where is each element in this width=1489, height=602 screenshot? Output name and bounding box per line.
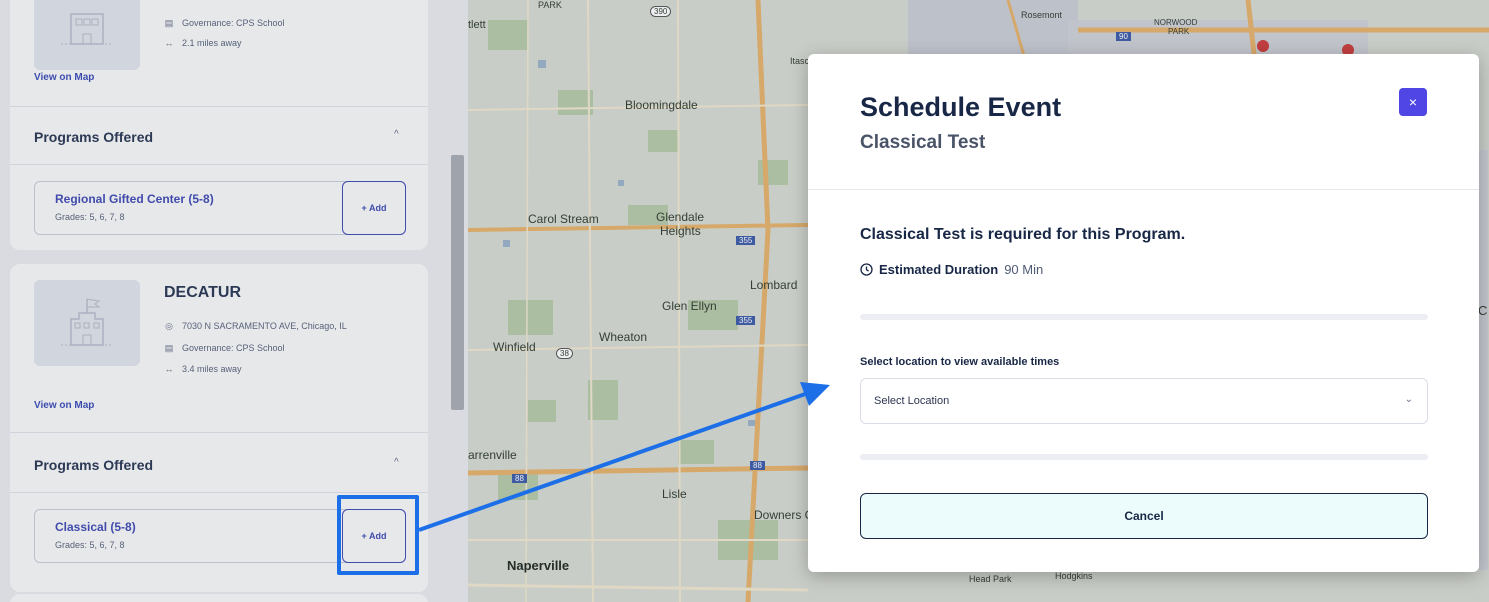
program-name[interactable]: Classical (5-8): [55, 520, 136, 534]
duration-label: Estimated Duration: [879, 262, 999, 277]
add-program-button[interactable]: + Add: [342, 509, 406, 563]
governance-text: Governance: CPS School: [182, 18, 285, 28]
chevron-down-icon: ⌄: [1404, 394, 1413, 405]
location-select[interactable]: Select Location ⌄: [860, 378, 1428, 424]
schedule-event-modal: Schedule Event Classical Test × Classica…: [808, 54, 1479, 572]
divider: [10, 492, 428, 493]
location-select-value: Select Location: [874, 395, 950, 407]
add-program-button[interactable]: + Add: [342, 181, 406, 235]
programs-offered-header[interactable]: Programs Offered: [34, 129, 153, 145]
governance-row: ▤ Governance: CPS School: [164, 17, 285, 29]
address-text: 7030 N SACRAMENTO AVE, Chicago, IL: [182, 321, 347, 331]
program-item: Regional Gifted Center (5-8) Grades: 5, …: [34, 181, 406, 235]
distance-text: 2.1 miles away: [182, 38, 242, 48]
estimated-duration: Estimated Duration 90 Min: [860, 262, 1043, 277]
building-icon: [61, 13, 113, 45]
section-separator-bar: [860, 314, 1428, 320]
close-button[interactable]: ×: [1399, 88, 1427, 116]
program-grades: Grades: 5, 6, 7, 8: [55, 212, 125, 222]
governance-icon: ▤: [164, 17, 174, 28]
distance-text: 3.4 miles away: [182, 364, 242, 374]
divider: [10, 106, 428, 107]
divider: [10, 164, 428, 165]
scrollbar-thumb[interactable]: [451, 155, 464, 410]
school-thumbnail: [34, 280, 140, 366]
program-item: Classical (5-8) Grades: 5, 6, 7, 8 + Add: [34, 509, 406, 563]
school-thumbnail: [34, 0, 140, 70]
distance-icon: ↔: [164, 364, 174, 374]
requirement-message: Classical Test is required for this Prog…: [860, 226, 1186, 243]
divider: [10, 432, 428, 433]
modal-title: Schedule Event: [860, 92, 1062, 122]
location-pin-icon: ◎: [165, 320, 173, 331]
governance-text: Governance: CPS School: [182, 343, 285, 353]
school-card-top: ▤ Governance: CPS School ↔ 2.1 miles awa…: [10, 0, 428, 250]
location-select-label: Select location to view available times: [860, 356, 1060, 368]
clock-icon: [860, 263, 873, 276]
distance-row: ↔ 2.1 miles away: [164, 38, 242, 48]
school-card-next: [10, 594, 428, 602]
school-name: DECATUR: [164, 284, 242, 301]
program-name[interactable]: Regional Gifted Center (5-8): [55, 192, 214, 206]
governance-row: ▤ Governance: CPS School: [164, 342, 285, 354]
modal-subtitle: Classical Test: [860, 132, 986, 153]
duration-value: 90 Min: [1004, 262, 1044, 277]
view-on-map-link[interactable]: View on Map: [34, 400, 94, 411]
programs-offered-header[interactable]: Programs Offered: [34, 457, 153, 473]
section-separator-bar: [860, 454, 1428, 460]
close-icon: ×: [1408, 94, 1418, 110]
modal-divider: [808, 189, 1479, 190]
distance-icon: ↔: [164, 38, 174, 48]
school-card-decatur: DECATUR ◎ 7030 N SACRAMENTO AVE, Chicago…: [10, 264, 428, 592]
program-grades: Grades: 5, 6, 7, 8: [55, 540, 125, 550]
distance-row: ↔ 3.4 miles away: [164, 364, 242, 374]
school-list-panel: ▤ Governance: CPS School ↔ 2.1 miles awa…: [0, 0, 468, 602]
chevron-up-icon[interactable]: ^: [394, 129, 399, 140]
address-row: ◎ 7030 N SACRAMENTO AVE, Chicago, IL: [164, 320, 347, 332]
view-on-map-link[interactable]: View on Map: [34, 72, 94, 83]
chevron-up-icon[interactable]: ^: [394, 457, 399, 468]
school-flag-icon: [61, 298, 113, 346]
cancel-button[interactable]: Cancel: [860, 493, 1428, 539]
governance-icon: ▤: [164, 342, 174, 353]
